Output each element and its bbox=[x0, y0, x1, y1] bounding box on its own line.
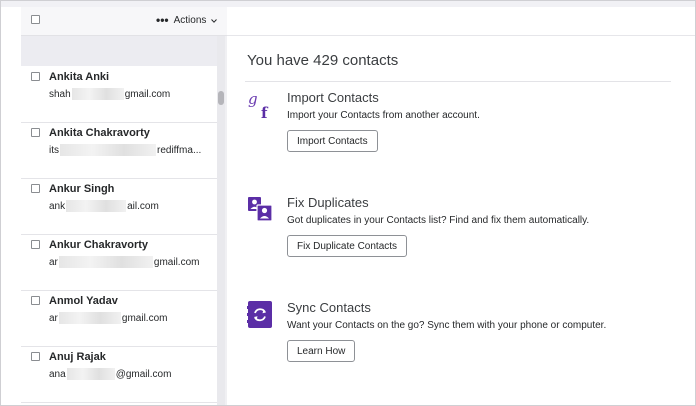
contact-name: Ankita Chakravorty bbox=[49, 127, 150, 139]
contact-name: Ankur Chakravorty bbox=[49, 239, 149, 251]
contact-checkbox[interactable] bbox=[31, 72, 40, 81]
section-title: Import Contacts bbox=[287, 90, 379, 105]
sync-contacts-icon bbox=[247, 301, 272, 328]
contact-item[interactable]: Ankita Chakravorty its rediffma... bbox=[21, 122, 217, 179]
contact-email: ank ail.com bbox=[49, 200, 159, 212]
contact-checkbox[interactable] bbox=[31, 240, 40, 249]
contact-list: Ankita Anki shah gmail.com Ankita Chakra… bbox=[21, 66, 217, 405]
fix-duplicate-contacts-button[interactable]: Fix Duplicate Contacts bbox=[287, 235, 408, 257]
contact-name: Ankur Singh bbox=[49, 183, 115, 195]
title-divider bbox=[245, 81, 671, 82]
app-window: ••• Actions Ankita Anki shah gmail.com A… bbox=[0, 0, 696, 406]
contact-email: its rediffma... bbox=[49, 144, 201, 156]
actions-menu-button[interactable]: ••• Actions bbox=[156, 12, 218, 27]
email-suffix: gmail.com bbox=[121, 312, 168, 324]
svg-text:g: g bbox=[248, 90, 258, 108]
contact-list-scrollbar[interactable] bbox=[217, 36, 225, 405]
contact-checkbox[interactable] bbox=[31, 352, 40, 361]
email-prefix: ar bbox=[49, 256, 58, 268]
redacted-text bbox=[60, 144, 156, 156]
import-contacts-button[interactable]: Import Contacts bbox=[287, 130, 378, 152]
select-all-checkbox[interactable] bbox=[31, 15, 40, 24]
email-prefix: ar bbox=[49, 312, 58, 324]
redacted-text bbox=[66, 200, 127, 212]
contact-email: shah gmail.com bbox=[49, 88, 170, 100]
contacts-overview: You have 429 contacts g f Import Contact… bbox=[227, 36, 695, 405]
contact-name: Anmol Yadav bbox=[49, 295, 118, 307]
email-prefix: its bbox=[49, 144, 59, 156]
fix-duplicates-icon bbox=[248, 197, 273, 222]
contact-email: ar gmail.com bbox=[49, 256, 199, 268]
redacted-text bbox=[58, 312, 121, 324]
section-description: Got duplicates in your Contacts list? Fi… bbox=[287, 215, 590, 226]
section-title: Fix Duplicates bbox=[287, 195, 369, 210]
page-title: You have 429 contacts bbox=[247, 52, 399, 69]
email-suffix: rediffma... bbox=[157, 144, 202, 156]
learn-how-button[interactable]: Learn How bbox=[287, 340, 356, 362]
section-description: Want your Contacts on the go? Sync them … bbox=[287, 320, 607, 331]
list-header-band bbox=[21, 36, 217, 66]
contact-email: ana @gmail.com bbox=[49, 368, 171, 380]
email-suffix: gmail.com bbox=[124, 88, 171, 100]
email-prefix: ank bbox=[49, 200, 66, 212]
contact-item[interactable]: Anuj Rajak ana @gmail.com bbox=[21, 346, 217, 403]
ellipsis-icon: ••• bbox=[156, 12, 169, 27]
content-topbar bbox=[227, 7, 695, 36]
section-description: Import your Contacts from another accoun… bbox=[287, 110, 480, 121]
contact-checkbox[interactable] bbox=[31, 128, 40, 137]
email-suffix: gmail.com bbox=[153, 256, 200, 268]
redacted-text bbox=[58, 256, 153, 268]
scrollbar-thumb[interactable] bbox=[218, 91, 224, 105]
email-suffix: ail.com bbox=[127, 200, 159, 212]
contact-name: Anuj Rajak bbox=[49, 351, 106, 363]
contact-item[interactable]: Anmol Yadav ar gmail.com bbox=[21, 290, 217, 347]
contact-checkbox[interactable] bbox=[31, 296, 40, 305]
section-title: Sync Contacts bbox=[287, 300, 371, 315]
chevron-down-icon bbox=[211, 18, 218, 23]
redacted-text bbox=[71, 88, 124, 100]
contact-name: Ankita Anki bbox=[49, 71, 110, 83]
contact-item[interactable]: Ankita Anki shah gmail.com bbox=[21, 66, 217, 123]
contact-item[interactable]: Ankur Chakravorty ar gmail.com bbox=[21, 234, 217, 291]
contact-item[interactable]: Ankur Singh ank ail.com bbox=[21, 178, 217, 235]
contact-email: ar gmail.com bbox=[49, 312, 167, 324]
actions-label: Actions bbox=[173, 15, 207, 26]
email-suffix: @gmail.com bbox=[115, 368, 172, 380]
contact-checkbox[interactable] bbox=[31, 184, 40, 193]
email-prefix: shah bbox=[49, 88, 71, 100]
list-toolbar: ••• Actions bbox=[21, 7, 227, 36]
google-facebook-import-icon: g f bbox=[248, 90, 269, 120]
redacted-text bbox=[66, 368, 115, 380]
email-prefix: ana bbox=[49, 368, 66, 380]
svg-text:f: f bbox=[261, 104, 269, 120]
